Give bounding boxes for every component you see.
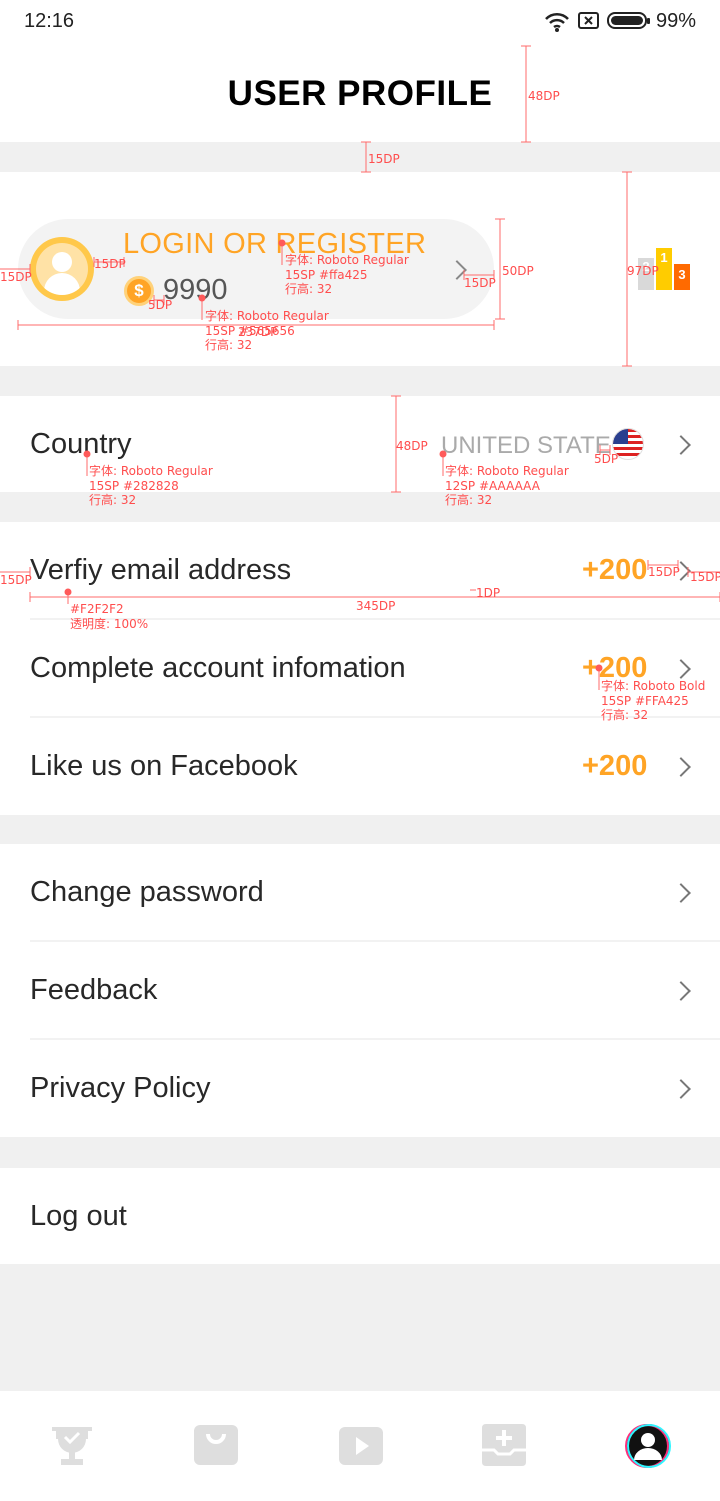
coin-count: 9990 xyxy=(163,274,228,306)
chevron-right-icon xyxy=(671,981,691,1001)
tasks-section: Verfiy email address +200 Complete accou… xyxy=(0,522,720,815)
settings-label: Change password xyxy=(30,876,264,908)
shop-icon[interactable] xyxy=(194,1425,238,1465)
header: USER PROFILE xyxy=(0,46,720,142)
wifi-icon xyxy=(545,12,569,32)
task-row-facebook[interactable]: Like us on Facebook +200 xyxy=(0,718,720,814)
settings-label: Feedback xyxy=(30,974,158,1006)
rank-badge-3: 3 xyxy=(674,264,690,290)
task-bonus: +200 xyxy=(582,652,648,684)
task-bonus: +200 xyxy=(582,554,648,586)
sim-icon xyxy=(578,12,599,29)
avatar[interactable] xyxy=(30,237,94,301)
country-row[interactable]: Country UNITED STATE xyxy=(0,396,720,492)
task-row-verify-email[interactable]: Verfiy email address +200 xyxy=(0,522,720,618)
annotation: 15DP xyxy=(368,152,400,166)
status-time: 12:16 xyxy=(24,10,75,32)
privacy-policy-row[interactable]: Privacy Policy xyxy=(0,1040,720,1136)
logout-label: Log out xyxy=(30,1200,127,1232)
us-flag-icon xyxy=(612,428,644,460)
country-label: Country xyxy=(30,428,132,460)
task-bonus: +200 xyxy=(582,750,648,782)
settings-section: Change password Feedback Privacy Policy xyxy=(0,844,720,1137)
task-label: Complete account infomation xyxy=(30,652,406,684)
battery-icon xyxy=(607,12,650,29)
avatar-icon xyxy=(36,243,88,295)
chevron-right-icon xyxy=(671,435,691,455)
feedback-row[interactable]: Feedback xyxy=(0,942,720,1038)
task-row-complete-account[interactable]: Complete account infomation +200 xyxy=(0,620,720,716)
trophy-icon[interactable] xyxy=(50,1425,94,1467)
coin-icon: $ xyxy=(124,276,154,306)
chevron-right-icon xyxy=(671,561,691,581)
status-bar: 12:16 99% xyxy=(0,0,720,46)
logout-row[interactable]: Log out xyxy=(0,1168,720,1264)
country-value: UNITED STATE xyxy=(441,432,611,459)
task-label: Verfiy email address xyxy=(30,554,292,586)
rank-badge-1: 1 xyxy=(656,248,672,290)
rank-badge-2: 2 xyxy=(638,258,654,290)
play-icon[interactable] xyxy=(339,1427,383,1465)
profile-section: LOGIN OR REGISTER $ 9990 2 1 3 xyxy=(0,172,720,366)
page-title: USER PROFILE xyxy=(227,74,493,113)
chevron-right-icon xyxy=(671,1079,691,1099)
profile-icon[interactable] xyxy=(624,1423,672,1469)
add-icon[interactable] xyxy=(482,1424,526,1466)
settings-label: Privacy Policy xyxy=(30,1072,211,1104)
chevron-right-icon xyxy=(671,883,691,903)
battery-percent: 99% xyxy=(655,10,696,32)
login-register-link[interactable]: LOGIN OR REGISTER xyxy=(123,228,426,261)
chevron-right-icon xyxy=(671,757,691,777)
task-label: Like us on Facebook xyxy=(30,750,298,782)
change-password-row[interactable]: Change password xyxy=(0,844,720,940)
tab-bar xyxy=(0,1391,720,1501)
chevron-right-icon xyxy=(671,659,691,679)
